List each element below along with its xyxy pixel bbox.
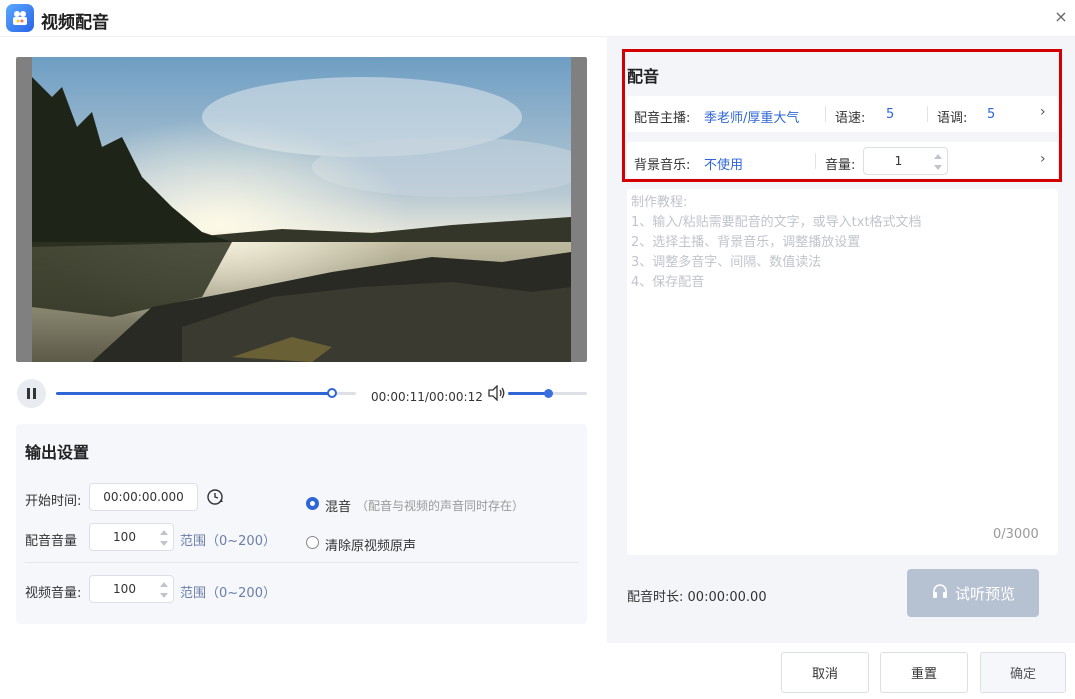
- preview-button[interactable]: 试听预览: [907, 569, 1039, 617]
- video-volume-label: 视频音量:: [25, 586, 82, 601]
- volume-icon[interactable]: [488, 384, 506, 402]
- progress-fill: [56, 392, 332, 395]
- dub-volume-range: 范围（0~200）: [180, 534, 276, 549]
- window-title: 视频配音: [41, 13, 109, 33]
- dub-volume-stepper[interactable]: [160, 528, 169, 548]
- pause-icon: [27, 388, 30, 399]
- confirm-button[interactable]: 确定: [980, 652, 1066, 693]
- volume-fill: [508, 392, 548, 395]
- highlight-box: [622, 49, 1062, 182]
- clear-original-radio[interactable]: [306, 536, 319, 549]
- volume-handle[interactable]: [544, 389, 553, 398]
- pause-button[interactable]: [17, 379, 46, 408]
- dub-duration: 配音时长: 00:00:00.00: [627, 590, 767, 605]
- mix-hint: （配音与视频的声音同时存在）: [356, 499, 525, 513]
- app-logo-icon: [6, 4, 34, 32]
- start-time-input[interactable]: 00:00:00.000: [89, 483, 198, 511]
- cancel-button[interactable]: 取消: [781, 652, 869, 693]
- video-volume-input[interactable]: 100: [89, 575, 174, 603]
- reset-button[interactable]: 重置: [880, 652, 968, 693]
- close-icon[interactable]: ×: [1052, 8, 1070, 26]
- progress-handle[interactable]: [327, 388, 337, 398]
- clear-original-label[interactable]: 清除原视频原声: [325, 535, 416, 554]
- dub-volume-label: 配音音量: [25, 534, 78, 549]
- start-time-label: 开始时间:: [25, 494, 82, 509]
- video-frame-image: [32, 57, 587, 362]
- output-settings-title: 输出设置: [25, 443, 90, 462]
- headphones-icon: [931, 582, 949, 604]
- tutorial-placeholder: 制作教程: 1、输入/粘贴需要配音的文字，或导入txt格式文档 2、选择主播、背…: [631, 195, 922, 290]
- video-volume-range: 范围（0~200）: [180, 586, 276, 601]
- mix-label[interactable]: 混音: [325, 496, 351, 515]
- char-counter: 0/3000: [993, 527, 1039, 542]
- playback-time: 00:00:11/00:00:12: [371, 390, 483, 404]
- divider: [25, 562, 578, 563]
- video-volume-stepper[interactable]: [160, 580, 169, 600]
- title-bar: [0, 0, 1075, 37]
- dub-volume-input[interactable]: 100: [89, 523, 174, 551]
- mix-radio[interactable]: [306, 497, 319, 510]
- clock-icon[interactable]: [206, 488, 224, 506]
- video-preview[interactable]: [16, 57, 587, 362]
